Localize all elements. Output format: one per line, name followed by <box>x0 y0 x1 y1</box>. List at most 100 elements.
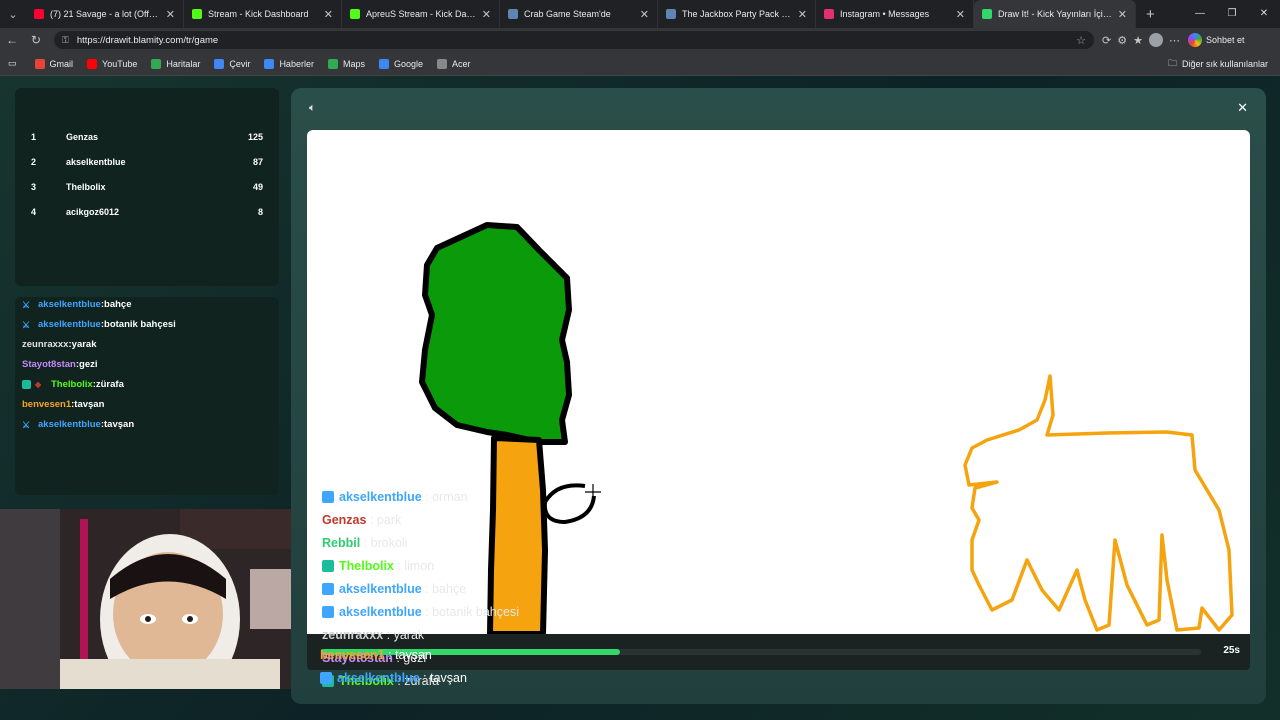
overlay-text: orman <box>432 489 468 504</box>
tab-close-icon[interactable]: ✕ <box>324 8 333 21</box>
user-badge-icon <box>320 671 332 684</box>
bookmark-item[interactable]: Haberler <box>264 58 314 69</box>
bookmark-item[interactable]: Maps <box>327 58 365 69</box>
tab-close-icon[interactable]: ✕ <box>482 8 491 21</box>
split-screen-icon[interactable]: ▭ <box>8 58 17 69</box>
leaderboard-name: Genzas <box>66 131 99 142</box>
overlay-text: botanik bahçesi <box>432 604 519 619</box>
tab-favicon-icon <box>34 9 44 19</box>
overlay-latest-message: benvesen1 : tavşan <box>320 643 650 666</box>
reload-icon[interactable]: ↻ <box>24 33 48 47</box>
browser-tab[interactable]: Draw It! - Kick Yayınları İçin Çizim ✕ <box>974 0 1136 28</box>
webcam-image <box>0 509 320 689</box>
bookmark-icon <box>378 58 389 69</box>
chat-message: ⚔ akselkentblue: botanik bahçesi <box>22 314 272 334</box>
sound-icon[interactable]: 🔈︎ <box>309 102 316 115</box>
tab-favicon-icon <box>824 9 834 19</box>
overlay-username: akselkentblue <box>337 670 420 685</box>
back-icon[interactable]: ← <box>0 33 24 47</box>
game-close-button[interactable]: ✕ <box>1237 100 1248 116</box>
bookmark-item[interactable]: Haritalar <box>151 58 201 69</box>
page-body: 1 Genzas 125 2 akselkentblue 87 3 Thelbolix 49 4 a… <box>0 76 1280 720</box>
bookmark-item[interactable]: YouTube <box>87 58 138 69</box>
sword-badge-icon: ⚔ <box>22 299 31 310</box>
bookmark-icon <box>437 58 447 69</box>
bookmark-label: Haritalar <box>166 58 201 69</box>
bookmark-label: Acer <box>452 58 471 69</box>
browser-tab[interactable]: The Jackbox Party Pack Steam'de ✕ <box>658 0 816 28</box>
bookmark-item[interactable]: Acer <box>437 58 471 69</box>
tab-close-icon[interactable]: ✕ <box>798 8 807 21</box>
leaderboard-rank: 4 <box>31 206 37 217</box>
sword-badge-icon: ⚔ <box>22 419 31 430</box>
bookmark-item[interactable]: Çevir <box>214 58 250 69</box>
leaderboard-panel: 1 Genzas 125 2 akselkentblue 87 3 Thelbolix 49 4 a… <box>15 88 279 286</box>
leaderboard-name: acikgoz6012 <box>66 206 120 217</box>
tab-list-button[interactable]: ⌄ <box>0 0 26 28</box>
window-controls: — ❐ ✕ <box>1184 0 1280 28</box>
tab-favicon-icon <box>666 9 676 19</box>
address-bar-row: ← ↻ ⚿ https://drawit.blamity.com/tr/game… <box>0 28 1280 52</box>
bookmark-label: YouTube <box>102 58 138 69</box>
extensions-icon[interactable]: ⚙ <box>1117 34 1127 47</box>
overlay-separator: : <box>421 604 433 619</box>
bookmark-icon <box>151 58 162 69</box>
tab-close-icon[interactable]: ✕ <box>640 8 649 21</box>
chat-text: tavşan <box>74 398 105 410</box>
overlay-text: tavşan <box>395 647 432 662</box>
browser-tabbar: ⌄ (7) 21 Savage - a lot (Official Vide✕S… <box>0 0 1280 28</box>
chat-username: akselkentblue <box>38 418 101 430</box>
bookmark-label: Gmail <box>49 58 74 69</box>
site-info-icon[interactable]: ⚿ <box>62 35 69 46</box>
maximize-button[interactable]: ❐ <box>1216 0 1248 28</box>
overlay-username: benvesen1 <box>320 647 385 662</box>
bookmarks-bar: ▭ Gmail YouTube Haritalar Çevir Haberler Maps… <box>0 52 1280 76</box>
browser-tab[interactable]: Stream - Kick Dashboard ✕ <box>184 0 342 28</box>
chat-message: ◆ Thelbolix: zürafa <box>22 374 272 394</box>
chat-message: ⚔ akselkentblue: bahçe <box>22 297 272 314</box>
url-field[interactable]: ⚿ https://drawit.blamity.com/tr/game ☆ <box>54 31 1094 49</box>
leaderboard-row: 3 Thelbolix 49 <box>31 174 263 199</box>
tab-label: Draw It! - Kick Yayınları İçin Çizim <box>998 9 1112 19</box>
tab-close-icon[interactable]: ✕ <box>166 8 175 21</box>
overlay-text: limon <box>404 558 435 573</box>
chat-username: benvesen1 <box>22 398 72 410</box>
overlay-separator: : <box>366 512 377 527</box>
tab-favicon-icon <box>192 9 202 19</box>
overlay-username: akselkentblue <box>339 604 422 619</box>
leaderboard-rank: 3 <box>31 181 37 192</box>
sword-badge-icon: ⚔ <box>22 319 31 330</box>
browser-tab[interactable]: (7) 21 Savage - a lot (Official Vide ✕ <box>26 0 184 28</box>
more-menu-icon[interactable]: ⋯ <box>1169 34 1180 47</box>
leaderboard-row: 1 Genzas 125 <box>31 124 263 149</box>
leaderboard-score: 49 <box>252 181 263 192</box>
tab-close-icon[interactable]: ✕ <box>956 8 965 21</box>
overlay-separator: : <box>383 627 394 642</box>
chat-message: zeunraxxx: yarak <box>22 334 272 354</box>
bookmark-icon <box>87 58 98 69</box>
favorite-star-icon[interactable]: ☆ <box>1076 34 1086 47</box>
bookmark-item[interactable]: Gmail <box>34 58 74 69</box>
favorites-icon[interactable]: ★ <box>1133 34 1143 47</box>
new-tab-button[interactable]: + <box>1146 6 1155 23</box>
browser-tab[interactable]: Crab Game Steam'de ✕ <box>500 0 658 28</box>
leaderboard-score: 8 <box>257 206 263 217</box>
overlay-username: Rebbil <box>322 535 361 550</box>
bookmark-item[interactable]: Google <box>378 58 423 69</box>
browser-tab[interactable]: Instagram • Messages ✕ <box>816 0 974 28</box>
bookmark-icon <box>214 58 225 69</box>
profile-avatar[interactable] <box>1148 33 1163 47</box>
og-badge-icon <box>22 379 31 389</box>
browser-tab[interactable]: ApreuS Stream - Kick Dashboard ✕ <box>342 0 500 28</box>
copilot-icon <box>1187 33 1202 47</box>
minimize-button[interactable]: — <box>1184 0 1216 28</box>
url-text: https://drawit.blamity.com/tr/game <box>76 34 219 46</box>
leaderboard-score: 125 <box>247 131 263 142</box>
window-close-button[interactable]: ✕ <box>1248 0 1280 28</box>
tab-close-icon[interactable]: ✕ <box>1118 8 1127 21</box>
copilot-button[interactable]: Sohbet et <box>1187 33 1245 47</box>
refresh-extension-icon[interactable]: ⟳ <box>1102 34 1111 47</box>
chat-panel: ⚔ akselkentblue: bahçe ⚔ akselkentblue: botan… <box>15 297 279 495</box>
other-bookmarks-folder[interactable]: 🗀 Diğer sık kullanılanlar <box>1168 52 1268 76</box>
bookmark-icon <box>264 58 275 69</box>
